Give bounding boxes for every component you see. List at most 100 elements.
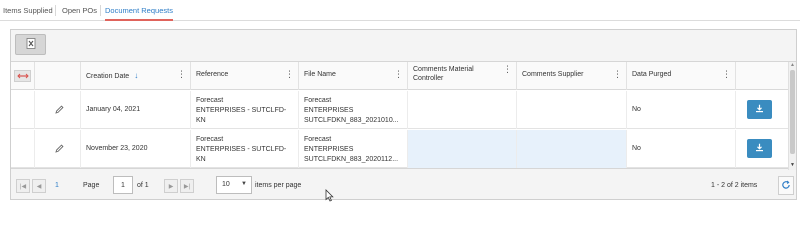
download-button[interactable] xyxy=(747,100,772,119)
data-purged-value: No xyxy=(632,106,641,113)
column-menu-icon[interactable]: ⋮ xyxy=(394,70,403,79)
row-selector[interactable] xyxy=(11,91,35,129)
pencil-icon[interactable] xyxy=(55,105,64,116)
data-purged-cell: No xyxy=(627,130,736,168)
header-label: Data Purged xyxy=(632,71,672,78)
file-name-line: SUTCLFDKN_883_2020112... xyxy=(304,156,399,163)
export-excel-button[interactable] xyxy=(15,34,46,55)
actions-cell xyxy=(736,91,788,129)
next-page-icon: ▶ xyxy=(168,183,174,190)
header-file-name[interactable]: File Name ⋮ xyxy=(299,62,408,90)
reference-cell: Forecast ENTERPRISES - SUTCLFD- KN xyxy=(191,91,299,129)
tab-open-pos[interactable]: Open POs xyxy=(62,6,97,21)
file-name-line: ENTERPRISES xyxy=(304,107,354,114)
tab-document-requests[interactable]: Document Requests xyxy=(105,6,173,21)
pager: |◀ ◀ 1 Page 1 of 1 ▶ ▶| 10 ▼ items per p… xyxy=(11,170,796,200)
file-name-line: ENTERPRISES xyxy=(304,146,354,153)
current-page-link[interactable]: 1 xyxy=(55,182,59,189)
refresh-icon xyxy=(781,180,791,192)
document-requests-panel: Creation Date ↓ ⋮ Reference ⋮ File Name ⋮… xyxy=(10,29,797,200)
reference-cell: Forecast ENTERPRISES - SUTCLFD- KN xyxy=(191,130,299,168)
table-row[interactable]: January 04, 2021 Forecast ENTERPRISES - … xyxy=(11,91,796,129)
creation-date-value: January 04, 2021 xyxy=(86,106,141,113)
download-icon xyxy=(755,143,764,154)
page-size-value: 10 xyxy=(222,181,230,188)
scrollbar-thumb[interactable] xyxy=(790,70,795,154)
pager-summary: 1 - 2 of 2 items xyxy=(711,182,758,189)
pencil-icon[interactable] xyxy=(55,144,64,155)
page-label: Page xyxy=(83,182,100,189)
page-of-label: of 1 xyxy=(137,182,149,189)
scroll-up-icon[interactable]: ▲ xyxy=(790,62,795,69)
grid-header: Creation Date ↓ ⋮ Reference ⋮ File Name ⋮… xyxy=(11,62,796,90)
first-page-icon: |◀ xyxy=(19,183,27,190)
row-selector[interactable] xyxy=(11,130,35,168)
documents-grid: Creation Date ↓ ⋮ Reference ⋮ File Name ⋮… xyxy=(11,61,796,170)
page-number-input[interactable]: 1 xyxy=(113,176,133,194)
header-creation-date[interactable]: Creation Date ↓ ⋮ xyxy=(81,62,191,90)
data-purged-cell: No xyxy=(627,91,736,129)
vertical-scrollbar[interactable]: ▲ ▼ xyxy=(788,62,796,170)
tab-bar: Items Supplied Open POs Document Request… xyxy=(0,0,800,21)
reference-line: ENTERPRISES - SUTCLFD- xyxy=(196,146,287,153)
column-menu-icon[interactable]: ⋮ xyxy=(722,70,731,79)
comments-material-controller-cell[interactable] xyxy=(408,91,517,129)
tab-divider xyxy=(55,5,56,16)
scroll-down-icon[interactable]: ▼ xyxy=(790,162,795,169)
column-menu-icon[interactable]: ⋮ xyxy=(285,70,294,79)
previous-page-button[interactable]: ◀ xyxy=(32,179,46,193)
mouse-cursor-icon xyxy=(325,189,334,204)
actions-cell xyxy=(736,130,788,168)
page-size-select[interactable]: 10 ▼ xyxy=(216,176,252,194)
items-per-page-label: items per page xyxy=(255,182,302,189)
reference-line: KN xyxy=(196,117,206,124)
column-resize-header[interactable] xyxy=(11,62,35,90)
tab-items-supplied[interactable]: Items Supplied xyxy=(3,6,53,21)
edit-cell xyxy=(35,130,81,168)
tab-label: Document Requests xyxy=(105,6,173,15)
column-menu-icon[interactable]: ⋮ xyxy=(503,65,512,74)
excel-export-icon xyxy=(26,38,36,51)
header-label: Comments Supplier xyxy=(522,71,584,78)
creation-date-cell: January 04, 2021 xyxy=(81,91,191,129)
data-purged-value: No xyxy=(632,145,641,152)
refresh-button[interactable] xyxy=(778,176,794,195)
table-row[interactable]: November 23, 2020 Forecast ENTERPRISES -… xyxy=(11,130,796,168)
header-comments-material-controller[interactable]: Comments Material Controller ⋮ xyxy=(408,62,517,90)
file-name-cell: Forecast ENTERPRISES SUTCLFDKN_883_20210… xyxy=(299,91,408,129)
download-icon xyxy=(755,104,764,115)
header-reference[interactable]: Reference ⋮ xyxy=(191,62,299,90)
first-page-button[interactable]: |◀ xyxy=(16,179,30,193)
column-menu-icon[interactable]: ⋮ xyxy=(177,70,186,79)
expand-columns-icon[interactable] xyxy=(14,70,31,82)
chevron-down-icon: ▼ xyxy=(241,181,247,187)
last-page-icon: ▶| xyxy=(183,183,191,190)
edit-cell xyxy=(35,91,81,129)
comments-material-controller-cell[interactable] xyxy=(408,130,517,168)
next-page-button[interactable]: ▶ xyxy=(164,179,178,193)
sort-ascending-icon[interactable]: ↓ xyxy=(134,71,138,80)
download-button[interactable] xyxy=(747,139,772,158)
header-label: Comments Material Controller xyxy=(413,66,474,82)
comments-supplier-cell[interactable] xyxy=(517,130,627,168)
last-page-button[interactable]: ▶| xyxy=(180,179,194,193)
reference-line: KN xyxy=(196,156,206,163)
header-actions xyxy=(736,62,788,90)
tab-divider xyxy=(100,5,101,16)
header-label: Reference xyxy=(196,71,229,78)
tab-label: Open POs xyxy=(62,6,98,15)
column-menu-icon[interactable]: ⋮ xyxy=(613,70,622,79)
file-name-cell: Forecast ENTERPRISES SUTCLFDKN_883_20201… xyxy=(299,130,408,168)
file-name-line: SUTCLFDKN_883_2021010... xyxy=(304,117,399,124)
comments-supplier-cell[interactable] xyxy=(517,91,627,129)
file-name-line: Forecast xyxy=(304,97,332,104)
reference-line: ENTERPRISES - SUTCLFD- xyxy=(196,107,287,114)
header-label: File Name xyxy=(304,71,336,78)
file-name-line: Forecast xyxy=(304,136,332,143)
header-label: Creation Date xyxy=(86,73,130,80)
reference-line: Forecast xyxy=(196,136,224,143)
header-data-purged[interactable]: Data Purged ⋮ xyxy=(627,62,736,90)
header-edit xyxy=(35,62,81,90)
header-comments-supplier[interactable]: Comments Supplier ⋮ xyxy=(517,62,627,90)
creation-date-cell: November 23, 2020 xyxy=(81,130,191,168)
